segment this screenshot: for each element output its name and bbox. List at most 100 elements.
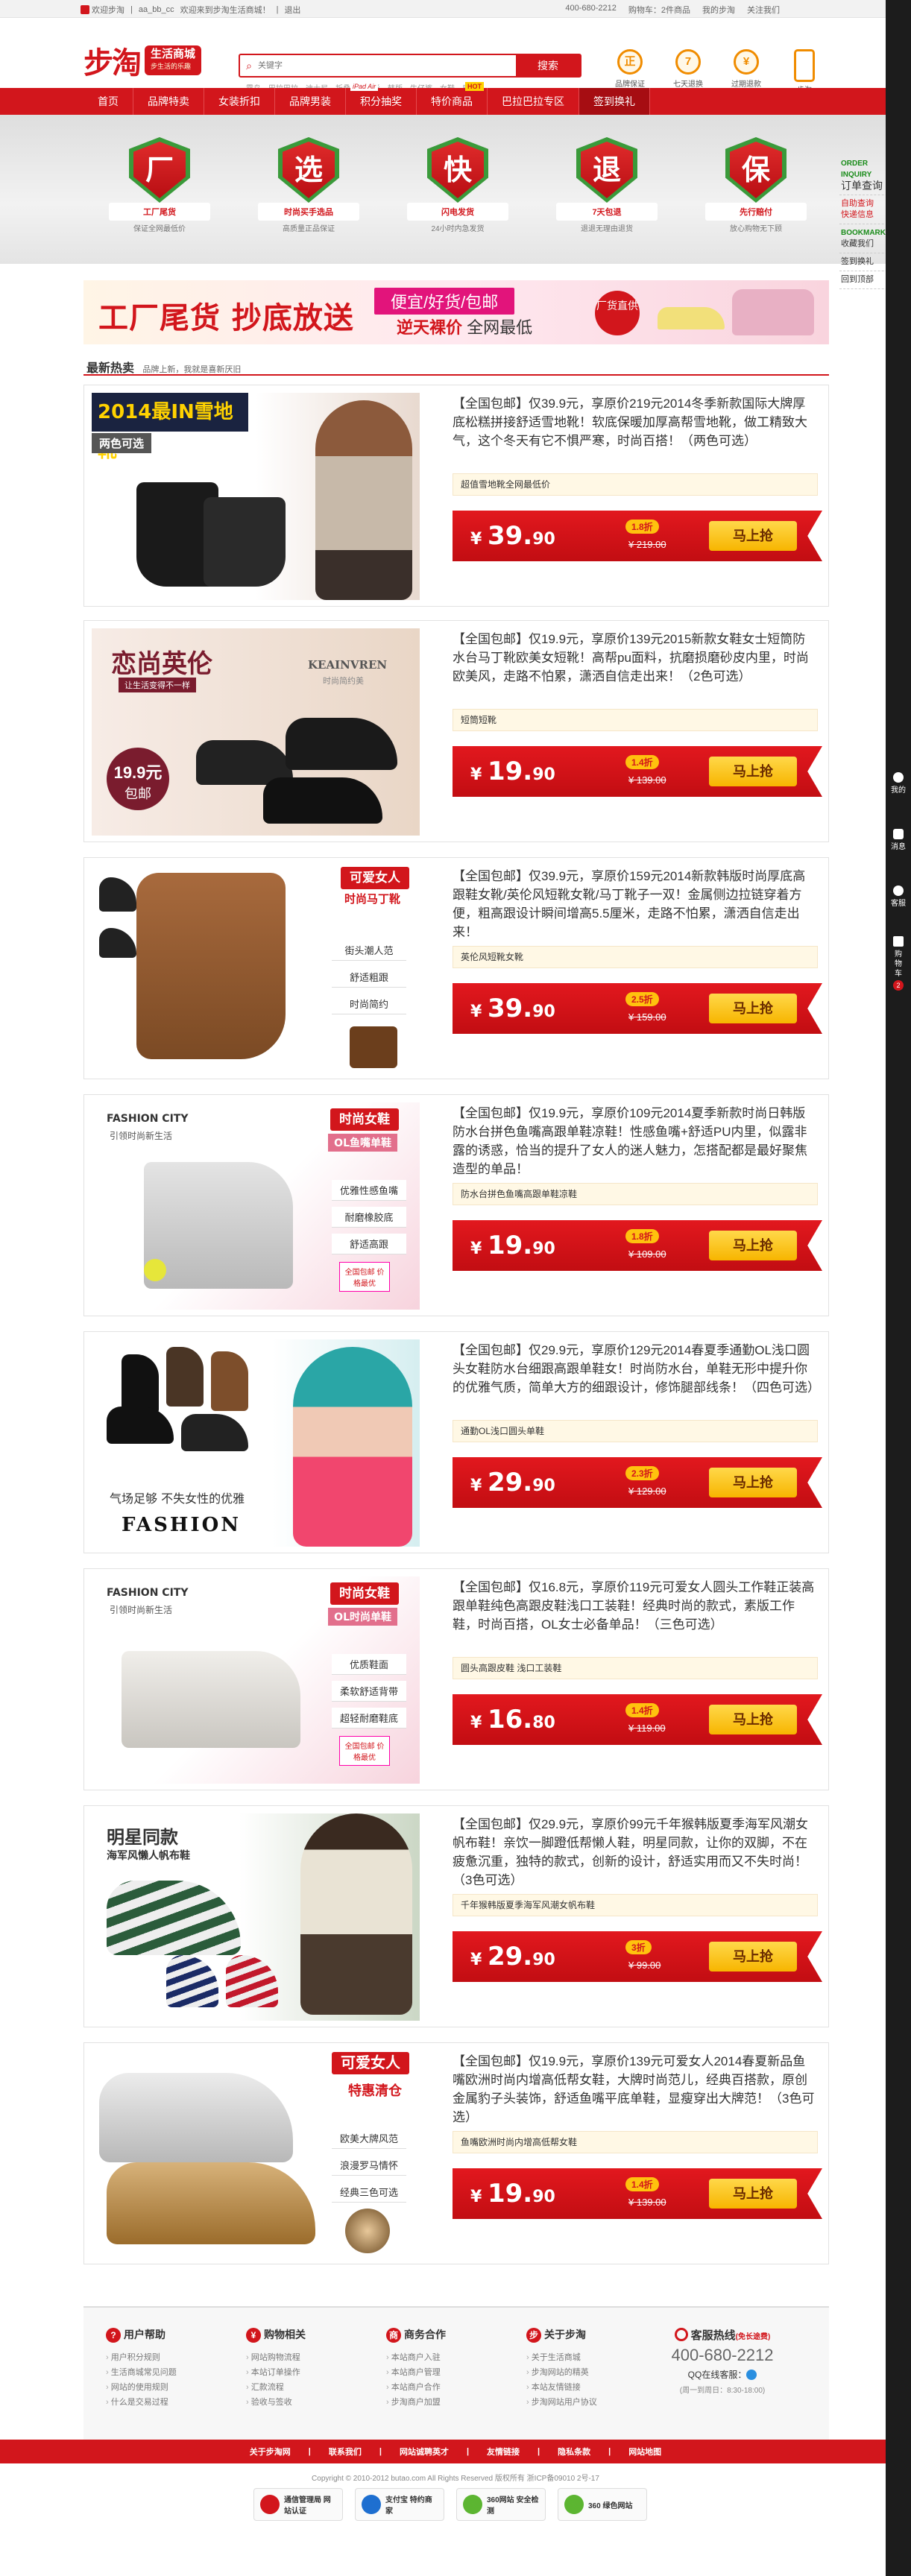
- nav-item-lottery[interactable]: 积分抽奖: [346, 82, 417, 115]
- product-image[interactable]: 2014最IN雪地靴 两色可选: [92, 393, 420, 600]
- footer-bar-link[interactable]: 网站诚聘英才: [400, 2446, 449, 2457]
- product-image[interactable]: 气场足够 不失女性的优雅 FASHION: [92, 1339, 420, 1547]
- nav-item-women-discount[interactable]: 女装折扣: [204, 88, 275, 115]
- product-image[interactable]: 可爱女人 特惠清仓 欧美大牌风范 浪漫罗马情怀 经典三色可选: [92, 2051, 420, 2258]
- product-image[interactable]: 明星同款 海军风懒人帆布鞋: [92, 1813, 420, 2021]
- product-description[interactable]: 【全国包邮】仅16.8元，享原价119元可爱女人圆头工作鞋正装高跟单鞋纯色高跟皮…: [453, 1578, 818, 1634]
- home-icon[interactable]: 欢迎步淘: [81, 4, 124, 16]
- footer-link[interactable]: 本站友情链接: [526, 2380, 666, 2395]
- product-description[interactable]: 【全国包邮】仅19.9元，享原价109元2014夏季新款时尚日韩版防水台拼色鱼嘴…: [453, 1104, 818, 1178]
- footer-link[interactable]: 验收与签收: [246, 2395, 386, 2410]
- user-link[interactable]: aa_bb_cc: [139, 5, 174, 14]
- product-description[interactable]: 【全国包邮】仅29.9元，享原价99元千年猴韩版夏季海军风潮女帆布鞋！亲饮一脚蹬…: [453, 1815, 818, 1890]
- product-image[interactable]: FASHION CITY 引领时尚新生活 时尚女鞋 OL鱼嘴单鞋 优雅性感鱼嘴耐…: [92, 1102, 420, 1310]
- product-description[interactable]: 【全国包邮】仅29.9元，享原价129元2014春夏季通勤OL浅口圆头女鞋防水台…: [453, 1341, 820, 1397]
- message-icon: [893, 829, 904, 839]
- product-description[interactable]: 【全国包邮】仅19.9元，享原价139元2015新款女鞋女士短筒防水台马丁靴欧美…: [453, 630, 818, 686]
- section-title: 最新热卖: [86, 362, 135, 375]
- buy-now-button[interactable]: 马上抢: [709, 1705, 797, 1734]
- original-price: ¥ 159.00: [628, 1011, 666, 1023]
- product-image[interactable]: 恋尚英伦 让生活变得不一样 KEAINVREN 时尚简约美 19.9元 包邮: [92, 628, 420, 836]
- footer-link[interactable]: 步淘商户加盟: [386, 2395, 526, 2410]
- buy-now-button[interactable]: 马上抢: [709, 1468, 797, 1497]
- footer-link[interactable]: 生活商城常见问题: [106, 2365, 246, 2380]
- customer-hotline: 客服热线(免长途费) 400-680-2212 QQ在线客服： (周一到周日：8…: [666, 2327, 778, 2440]
- footer-link[interactable]: 网站的使用规则: [106, 2380, 246, 2395]
- footer-bar-link[interactable]: 关于步淘网: [250, 2446, 291, 2457]
- order-inquiry[interactable]: ORDER INQUIRY 订单查询: [839, 155, 892, 195]
- product-card: 可爱女人 特惠清仓 欧美大牌风范 浪漫罗马情怀 经典三色可选 【全国包邮】仅19.9…: [83, 2042, 829, 2264]
- search-input[interactable]: [258, 55, 516, 76]
- footer-link[interactable]: 本站商户入驻: [386, 2350, 526, 2365]
- cert-badge[interactable]: 360 绿色网站: [558, 2488, 647, 2521]
- help-icon: ?: [106, 2328, 121, 2343]
- buy-now-button[interactable]: 马上抢: [709, 521, 797, 551]
- footer-link[interactable]: 本站商户管理: [386, 2365, 526, 2380]
- buy-now-button[interactable]: 马上抢: [709, 1231, 797, 1260]
- logo-text: 步淘: [83, 46, 142, 80]
- toolbar-service[interactable]: 客服: [886, 886, 911, 909]
- buy-now-button[interactable]: 马上抢: [709, 757, 797, 786]
- footer-bar-link[interactable]: 联系我们: [329, 2446, 362, 2457]
- welcome-link[interactable]: 欢迎步淘: [92, 6, 124, 15]
- follow-link[interactable]: 关注我们: [747, 4, 780, 16]
- footer-link[interactable]: 什么是交易过程: [106, 2395, 246, 2410]
- product-card: FASHION CITY 引领时尚新生活 时尚女鞋 OL鱼嘴单鞋 优雅性感鱼嘴耐…: [83, 1094, 829, 1316]
- footer-bar-link[interactable]: 友情链接: [487, 2446, 520, 2457]
- site-logo[interactable]: 步淘 生活商城 步生活的乐趣: [83, 39, 202, 82]
- business-icon: 商: [386, 2328, 401, 2343]
- price-circle: 19.9元 包邮: [107, 748, 169, 810]
- shopping-icon: ¥: [246, 2328, 261, 2343]
- buy-now-button[interactable]: 马上抢: [709, 2179, 797, 2209]
- product-description[interactable]: 【全国包邮】仅39.9元，享原价159元2014新款韩版时尚厚底高跟鞋女靴/英伦…: [453, 867, 818, 941]
- seven-day-icon: 7: [675, 49, 701, 75]
- my-butao-link[interactable]: 我的步淘: [702, 4, 735, 16]
- product-price: ¥ 29.90: [470, 1468, 555, 1497]
- feature-list: 欧美大牌风范 浪漫罗马情怀 经典三色可选: [332, 2128, 406, 2209]
- promo-banner[interactable]: 工厂尾货 抄底放送 便宜/好货/包邮 逆天裸价 全网最低 厂货直供: [83, 280, 829, 344]
- footer-link[interactable]: 网站购物流程: [246, 2350, 386, 2365]
- qq-service[interactable]: QQ在线客服：: [666, 2368, 778, 2381]
- search-button[interactable]: 搜索: [516, 55, 580, 76]
- footer-link[interactable]: 关于生活商城: [526, 2350, 666, 2365]
- cert-badge[interactable]: 360网站 安全检测: [456, 2488, 546, 2521]
- product-image[interactable]: FASHION CITY 引领时尚新生活 时尚女鞋 OL时尚单鞋 优质鞋面 柔软舒…: [92, 1576, 420, 1784]
- buy-now-button[interactable]: 马上抢: [709, 1942, 797, 1972]
- bookmark-link[interactable]: BOOKMARK 收藏我们: [839, 224, 892, 253]
- nav-item-home[interactable]: 首页: [83, 88, 133, 115]
- feature-strip: 厂 工厂尾货 保证全网最低价 选 时尚买手选品 高质量正品保证 快 闪电发货 24小时…: [0, 115, 911, 264]
- product-image[interactable]: 可爱女人 时尚马丁靴 街头潮人范 舒适粗跟 时尚简约: [92, 865, 420, 1073]
- footer-bar-link[interactable]: 网站地图: [628, 2446, 661, 2457]
- buy-now-button[interactable]: 马上抢: [709, 994, 797, 1023]
- footer-link[interactable]: 本站商户合作: [386, 2380, 526, 2395]
- product-price: ¥ 19.90: [470, 757, 555, 786]
- nav-item-special[interactable]: 特价商品: [417, 82, 488, 115]
- toolbar-cart[interactable]: 购物车 2: [886, 936, 911, 991]
- image-ribbon: 时尚女鞋: [330, 1108, 399, 1131]
- footer-bar-link[interactable]: 隐私条款: [558, 2446, 590, 2457]
- nav-item-men-brand[interactable]: 品牌男装: [275, 88, 346, 115]
- self-service[interactable]: 自助查询 快递信息: [839, 195, 892, 224]
- product-description[interactable]: 【全国包邮】仅19.9元，享原价139元可爱女人2014春夏新品鱼嘴欧洲时尚内增…: [453, 2052, 818, 2127]
- feature-list: 优质鞋面 柔软舒适背带 超轻耐磨鞋底: [332, 1654, 406, 1734]
- product-card: 明星同款 海军风懒人帆布鞋 【全国包邮】仅29.9元，享原价99元千年猴韩版夏季…: [83, 1805, 829, 2027]
- footer-link[interactable]: 步淘网站用户协议: [526, 2395, 666, 2410]
- product-price: ¥ 16.80: [470, 1705, 555, 1734]
- toolbar-messages[interactable]: 消息: [886, 829, 911, 852]
- signin-gift-link[interactable]: 签到换礼: [839, 253, 892, 271]
- cert-badge[interactable]: 支付宝 特约商家: [355, 2488, 444, 2521]
- cert-badge[interactable]: 通信管理局 网站认证: [253, 2488, 343, 2521]
- footer-link[interactable]: 汇款流程: [246, 2380, 386, 2395]
- product-description[interactable]: 【全国包邮】仅39.9元，享原价219元2014冬季新款国际大牌厚底松糕拼接舒适…: [453, 394, 818, 450]
- discount-badge: 1.4折: [625, 1703, 659, 1717]
- footer-link[interactable]: 步淘网站的精英: [526, 2365, 666, 2380]
- nav-item-brand-sale[interactable]: 品牌特卖: [133, 88, 204, 115]
- back-to-top[interactable]: 回到顶部: [839, 271, 892, 289]
- toolbar-mine[interactable]: 我的: [886, 772, 911, 795]
- footer-link[interactable]: 本站订单操作: [246, 2365, 386, 2380]
- logout-link[interactable]: 退出: [284, 4, 300, 16]
- nav-item-balabala[interactable]: 巴拉巴拉专区: [488, 88, 579, 115]
- cart-link[interactable]: 购物车：2件商品: [628, 4, 690, 16]
- nav-item-signin-gift[interactable]: 签到换礼: [579, 88, 650, 115]
- footer-link[interactable]: 用户积分规则: [106, 2350, 246, 2365]
